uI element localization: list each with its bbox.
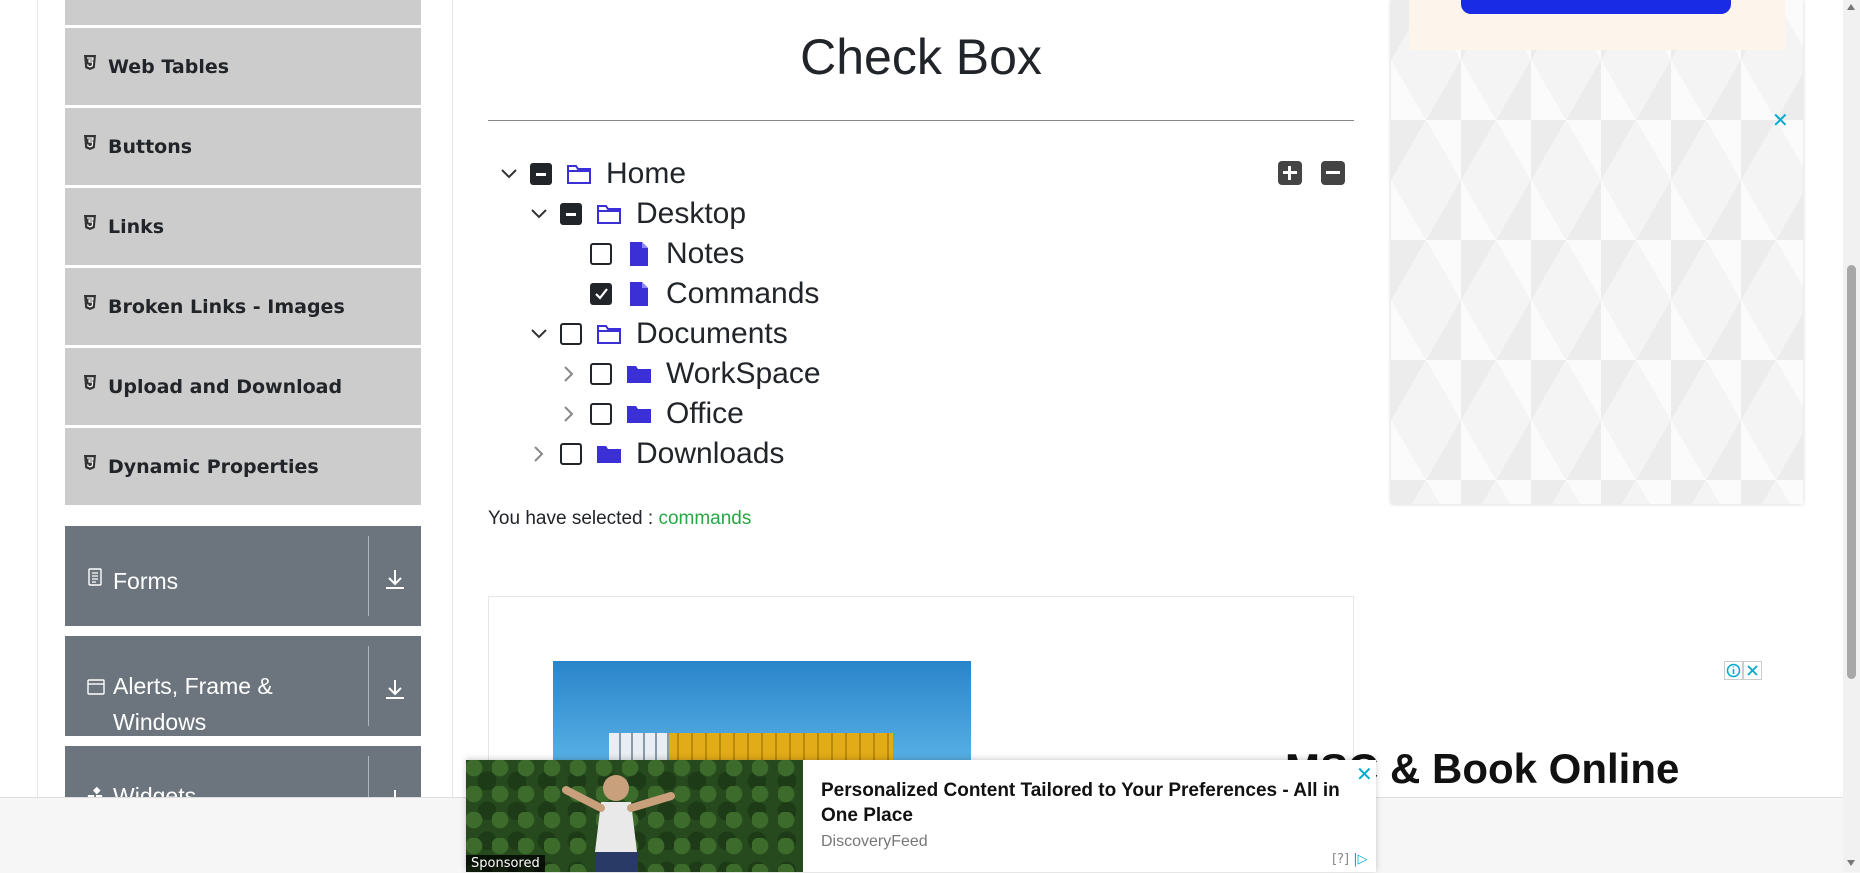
sidebar-item-upload-download[interactable]: Upload and Download (65, 347, 421, 425)
sponsored-label: Sponsored (466, 855, 545, 872)
tree-node-label[interactable]: Office (666, 397, 744, 431)
file-icon (626, 241, 652, 267)
popup-source: DiscoveryFeed (821, 833, 928, 850)
tree-node-label[interactable]: Downloads (636, 437, 784, 471)
chevron-right-icon[interactable] (554, 399, 584, 429)
vertical-scrollbar[interactable] (1843, 0, 1860, 872)
chevron-right-icon[interactable] (524, 439, 554, 469)
tree-node-home: Home (494, 154, 686, 194)
tree-node-label[interactable]: WorkSpace (666, 357, 821, 391)
html5-icon (84, 375, 96, 390)
close-icon[interactable]: ✕ (1356, 762, 1373, 786)
sidebar-item-broken-links[interactable]: Broken Links - Images (65, 267, 421, 345)
divider (368, 646, 369, 726)
checkbox-home[interactable] (530, 163, 552, 185)
download-arrow-icon[interactable] (383, 568, 407, 590)
html5-icon (84, 135, 96, 150)
ad-help-text: [?] (1332, 852, 1350, 867)
sidebar-item-label: Upload and Download (108, 376, 343, 398)
folder-icon (626, 401, 652, 427)
scrollbar-thumb[interactable] (1847, 265, 1856, 679)
tree-node-commands: Commands (584, 274, 819, 314)
tree-node-notes: Notes (584, 234, 744, 274)
popup-title[interactable]: Personalized Content Tailored to Your Pr… (821, 778, 1361, 828)
checkbox-notes[interactable] (590, 243, 612, 265)
sidebar-item-label: Web Tables (108, 56, 230, 78)
scroll-down-arrow-icon[interactable] (1847, 860, 1855, 866)
ad-image[interactable] (553, 661, 971, 771)
group-label: Forms (113, 568, 179, 594)
sidebar-item-previous[interactable] (65, 0, 421, 25)
html5-icon (84, 455, 96, 470)
checkbox-office[interactable] (590, 403, 612, 425)
collapse-all-button[interactable] (1321, 161, 1345, 185)
folder-open-icon (596, 321, 622, 347)
folder-icon (626, 361, 652, 387)
tree-node-label[interactable]: Documents (636, 317, 788, 351)
close-icon[interactable]: ✕ (1772, 108, 1789, 132)
checkbox-downloads[interactable] (560, 443, 582, 465)
adchoices-icon[interactable] (1724, 661, 1762, 681)
folder-open-icon (566, 161, 592, 187)
ad-help-link[interactable]: [?] |▷ (1332, 852, 1368, 867)
ad-cta-button[interactable] (1461, 0, 1731, 14)
sidebar-item-label: Buttons (108, 136, 193, 158)
group-label: Alerts, Frame & Windows (113, 673, 273, 735)
page-title: Check Box (800, 29, 1042, 85)
form-icon (88, 568, 102, 586)
chevron-down-icon[interactable] (524, 199, 554, 229)
right-advertisement[interactable]: ✕ (1391, 0, 1803, 504)
sidebar: Web Tables Buttons Links Broken Links - … (37, 0, 453, 872)
tree-node-office: Office (554, 394, 744, 434)
tree-node-documents: Documents (524, 314, 788, 354)
result-value: commands (658, 508, 752, 529)
file-icon (626, 281, 652, 307)
download-arrow-icon[interactable] (383, 678, 407, 700)
title-divider (488, 120, 1354, 121)
expand-all-button[interactable] (1278, 161, 1302, 185)
tree-node-label[interactable]: Notes (666, 237, 744, 271)
tree-node-label[interactable]: Home (606, 157, 686, 191)
chevron-right-icon[interactable] (554, 359, 584, 389)
group-alerts-frame-windows[interactable]: Alerts, Frame & Windows (65, 636, 421, 736)
tree-node-label[interactable]: Desktop (636, 197, 746, 231)
chevron-down-icon[interactable] (524, 319, 554, 349)
folder-open-icon (596, 201, 622, 227)
window-icon (87, 679, 105, 695)
tree-node-downloads: Downloads (524, 434, 784, 474)
html5-icon (84, 295, 96, 310)
tree-node-desktop: Desktop (524, 194, 746, 234)
adchoices-icon: |▷ (1353, 852, 1368, 867)
sidebar-item-web-tables[interactable]: Web Tables (65, 27, 421, 105)
sidebar-item-links[interactable]: Links (65, 187, 421, 265)
sidebar-item-label: Links (108, 216, 165, 238)
checkbox-commands[interactable] (590, 283, 612, 305)
checkbox-desktop[interactable] (560, 203, 582, 225)
ad-thumbnail[interactable]: Sponsored (466, 760, 803, 872)
sidebar-item-label: Dynamic Properties (108, 456, 319, 478)
result-prefix: You have selected : (488, 508, 654, 529)
sidebar-item-label: Broken Links - Images (108, 296, 345, 318)
sponsored-popup[interactable]: Sponsored Personalized Content Tailored … (466, 760, 1376, 872)
sidebar-item-buttons[interactable]: Buttons (65, 107, 421, 185)
chevron-down-icon[interactable] (494, 159, 524, 189)
checkbox-workspace[interactable] (590, 363, 612, 385)
tree-node-workspace: WorkSpace (554, 354, 821, 394)
html5-icon (84, 215, 96, 230)
folder-icon (596, 441, 622, 467)
selection-result: You have selected : commands (488, 508, 751, 530)
checkbox-documents[interactable] (560, 323, 582, 345)
divider (368, 536, 369, 616)
tree-node-label[interactable]: Commands (666, 277, 819, 311)
html5-icon (84, 55, 96, 70)
sidebar-item-dynamic-properties[interactable]: Dynamic Properties (65, 427, 421, 505)
group-forms[interactable]: Forms (65, 526, 421, 626)
scroll-up-arrow-icon[interactable] (1847, 4, 1855, 10)
